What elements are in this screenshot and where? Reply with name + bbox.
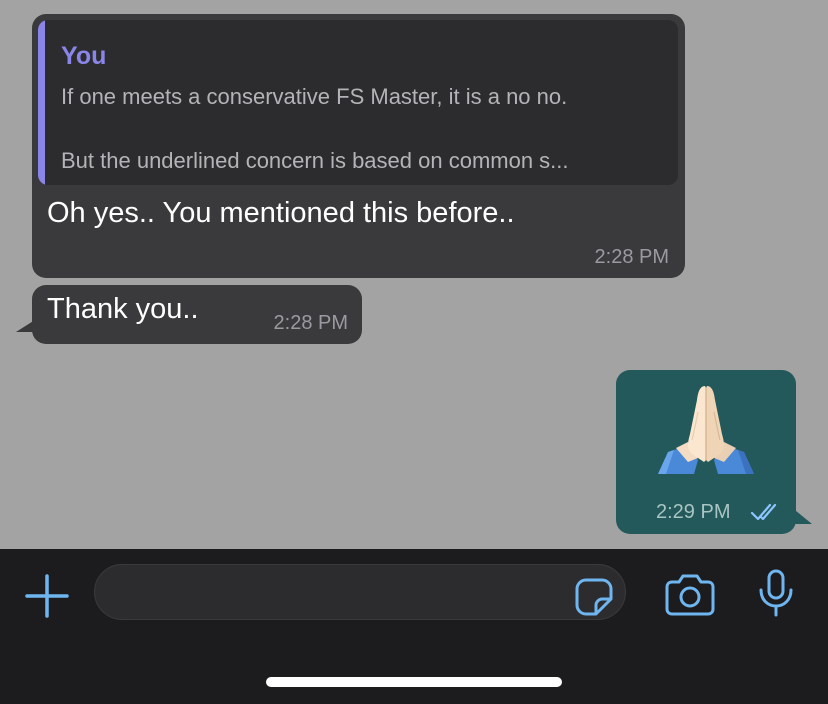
message-text: Thank you.. [47,293,199,325]
folded-hands-emoji [658,386,754,474]
quote-author: You [61,42,107,70]
message-input[interactable] [94,564,626,620]
incoming-message-bubble[interactable]: You If one meets a conservative FS Maste… [32,14,685,278]
sticker-icon[interactable] [574,577,614,617]
double-check-icon [750,503,777,521]
outgoing-message-bubble[interactable]: 2:29 PM [616,370,796,534]
quote-accent-bar [38,20,45,185]
message-timestamp: 2:28 PM [594,246,669,268]
message-timestamp: 2:28 PM [273,312,348,334]
reply-quote[interactable]: You If one meets a conservative FS Maste… [38,20,678,185]
plus-icon[interactable] [24,573,70,619]
camera-icon[interactable] [664,572,716,616]
microphone-icon[interactable] [756,568,796,618]
incoming-message-bubble[interactable]: Thank you.. 2:28 PM [32,285,362,344]
quote-text-line: If one meets a conservative FS Master, i… [61,84,568,109]
message-text: Oh yes.. You mentioned this before.. [47,197,515,229]
home-indicator[interactable] [266,677,562,687]
chat-area[interactable]: You If one meets a conservative FS Maste… [0,0,828,549]
message-timestamp: 2:29 PM [656,501,731,523]
quote-text-line: But the underlined concern is based on c… [61,148,569,173]
